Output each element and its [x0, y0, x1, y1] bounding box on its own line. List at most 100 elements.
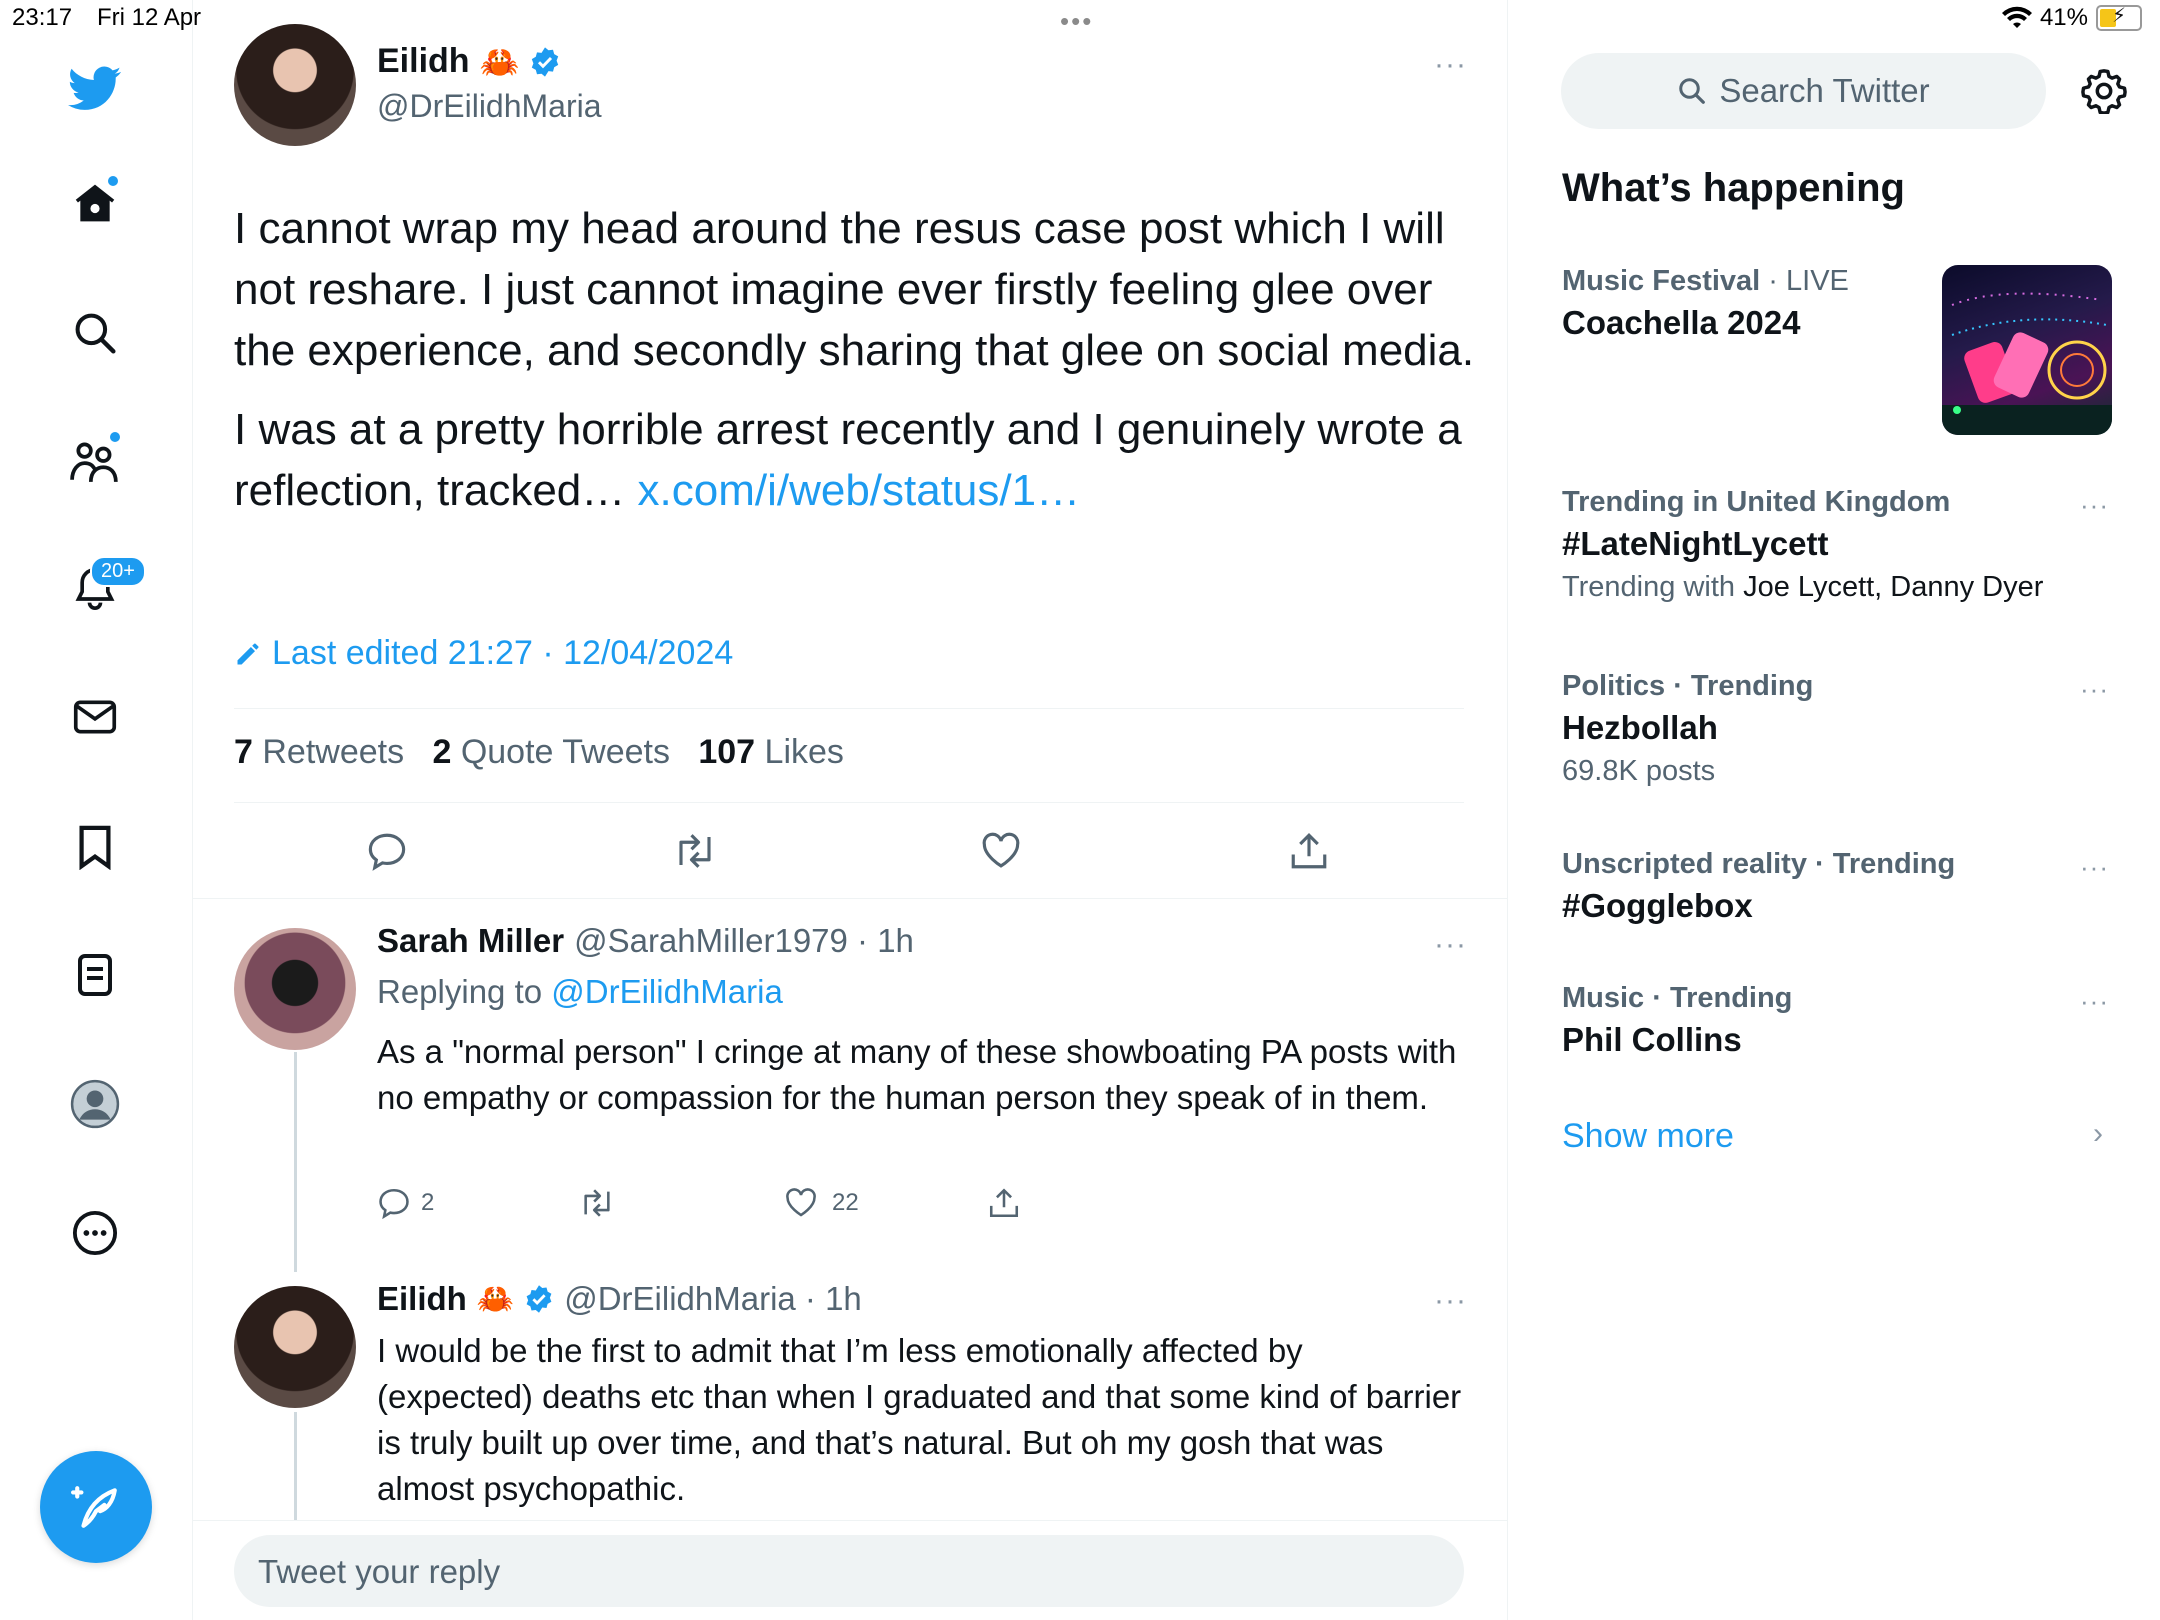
like-button[interactable]	[980, 830, 1022, 877]
trend-more-options-icon[interactable]: ···	[2080, 986, 2109, 1017]
crab-emoji: 🦀	[479, 43, 520, 80]
battery-icon: ⚡	[2096, 5, 2142, 31]
trend-more-options-icon[interactable]: ···	[2080, 852, 2109, 883]
communities-icon[interactable]	[64, 430, 126, 492]
reply-handle-time[interactable]: @SarahMiller1979 · 1h	[574, 922, 914, 960]
reply-more-options-icon[interactable]: ···	[1434, 928, 1467, 962]
reply-like-button[interactable]: 22	[784, 1186, 859, 1220]
trend-item-phil-collins[interactable]: Music · Trending Phil Collins	[1562, 982, 1792, 1059]
trend-item-hezbollah[interactable]: Politics · Trending Hezbollah 69.8K post…	[1562, 670, 1813, 788]
tweet-body: I cannot wrap my head around the resus c…	[234, 198, 1484, 539]
crab-emoji: 🦀	[476, 1282, 515, 1316]
battery-percent: 41%	[2039, 4, 2088, 31]
trend-more-options-icon[interactable]: ···	[2080, 490, 2109, 521]
reply-more-options-icon[interactable]: ···	[1434, 1284, 1467, 1318]
divider	[234, 708, 1464, 709]
trend-thumbnail-image[interactable]	[1942, 265, 2112, 435]
retweet-button[interactable]	[672, 830, 718, 877]
bookmarks-icon[interactable]	[64, 816, 126, 878]
last-edited-text: Last edited 21:27 · 12/04/2024	[272, 634, 734, 672]
wifi-icon	[2001, 6, 2032, 29]
reply-bubble-icon	[379, 1188, 409, 1220]
divider	[193, 1520, 1507, 1521]
tweet-link[interactable]: x.com/i/web/status/1…	[638, 466, 1081, 515]
tweet-more-options-icon[interactable]: ···	[1434, 48, 1467, 82]
reply-text-eilidh: I would be the first to admit that I’m l…	[377, 1332, 1462, 1507]
verified-badge-icon	[532, 46, 559, 77]
tweet-stats: 7 Retweets 2 Quote Tweets 107 Likes	[234, 733, 844, 772]
trend-name: Coachella 2024	[1562, 304, 1801, 341]
sidebar-nav: 20+	[0, 0, 193, 1620]
trend-name: Phil Collins	[1562, 1021, 1742, 1058]
retweet-icon	[584, 1189, 610, 1217]
reply-author-name[interactable]: Eilidh	[377, 1280, 467, 1318]
trend-item-gogglebox[interactable]: Unscripted reality · Trending #Gogglebox	[1562, 848, 1955, 925]
retweet-icon	[679, 834, 711, 868]
reply-author-name[interactable]: Sarah Miller	[377, 922, 564, 960]
reply-avatar-sarah[interactable]	[234, 928, 356, 1050]
author-name[interactable]: Eilidh	[377, 42, 470, 81]
tweet-paragraph-2: I was at a pretty horrible arrest recent…	[234, 399, 1484, 521]
author-name-row[interactable]: Eilidh 🦀	[377, 42, 561, 81]
heart-icon	[786, 1188, 816, 1217]
trend-post-count: 69.8K posts	[1562, 755, 1716, 787]
author-handle[interactable]: @DrEilidhMaria	[377, 88, 602, 125]
divider	[193, 898, 1507, 899]
quote-tweets-stat[interactable]: 2 Quote Tweets	[432, 733, 670, 771]
trend-name: #LateNightLycett	[1562, 525, 1829, 562]
replying-to-line: Replying to @DrEilidhMaria	[377, 973, 783, 1010]
search-icon	[1679, 78, 1706, 104]
whats-happening-heading: What’s happening	[1562, 166, 1905, 210]
settings-gear-button[interactable]	[2081, 68, 2127, 119]
retweets-stat[interactable]: 7 Retweets	[234, 733, 404, 771]
more-options-circle-icon[interactable]	[64, 1202, 126, 1264]
reply-retweet-button[interactable]	[578, 1186, 616, 1220]
trend-item-coachella[interactable]: Music Festival · LIVE Coachella 2024	[1562, 265, 1849, 342]
reply-header-eilidh: Eilidh 🦀 @DrEilidhMaria · 1h	[377, 1280, 862, 1318]
lists-icon[interactable]	[64, 944, 126, 1006]
reply-count: 2	[421, 1189, 435, 1216]
verified-badge-icon	[526, 1285, 552, 1313]
reply-button[interactable]	[366, 830, 408, 877]
trend-name: Hezbollah	[1562, 709, 1718, 746]
trend-name: #Gogglebox	[1562, 887, 1753, 924]
reply-text-sarah: As a "normal person" I cringe at many of…	[377, 1033, 1457, 1116]
edit-pencil-icon	[237, 643, 259, 664]
explore-search-icon[interactable]	[64, 302, 126, 364]
search-input[interactable]: Search Twitter	[1561, 53, 2046, 129]
reply-share-button[interactable]	[987, 1186, 1021, 1220]
notifications-badge: 20+	[90, 556, 146, 587]
likes-stat[interactable]: 107 Likes	[698, 733, 844, 771]
thread-connector-line	[294, 1052, 297, 1272]
replying-to-handle[interactable]: @DrEilidhMaria	[551, 973, 783, 1010]
divider	[234, 802, 1464, 803]
trend-more-options-icon[interactable]: ···	[2080, 674, 2109, 705]
home-icon[interactable]	[64, 172, 126, 234]
reply-bubble-icon	[368, 833, 406, 871]
like-count: 22	[832, 1189, 859, 1216]
profile-avatar-icon[interactable]	[64, 1073, 126, 1135]
reply-input-placeholder: Tweet your reply	[258, 1553, 501, 1590]
search-placeholder: Search Twitter	[1719, 72, 1930, 109]
compose-feather-icon	[71, 1486, 117, 1528]
chevron-right-icon[interactable]: ›	[2093, 1117, 2103, 1151]
status-indicators: 41% ⚡	[2001, 4, 2142, 32]
messages-envelope-icon[interactable]	[64, 686, 126, 748]
tweet-reply-input[interactable]: Tweet your reply	[234, 1535, 1464, 1607]
reply-handle-time[interactable]: @DrEilidhMaria · 1h	[564, 1280, 862, 1318]
trend-item-latenightlycett[interactable]: Trending in United Kingdom #LateNightLyc…	[1562, 486, 2082, 604]
reply-avatar-eilidh[interactable]	[234, 1286, 356, 1408]
last-edited-link[interactable]: Last edited 21:27 · 12/04/2024	[234, 634, 733, 673]
share-upload-icon	[1291, 833, 1327, 869]
author-avatar[interactable]	[234, 24, 356, 146]
compose-tweet-button[interactable]	[40, 1451, 152, 1563]
heart-icon	[982, 832, 1020, 868]
twitter-logo-icon[interactable]	[64, 58, 126, 120]
share-upload-icon	[989, 1188, 1019, 1218]
share-button[interactable]	[1288, 830, 1330, 877]
show-more-link[interactable]: Show more	[1562, 1117, 1734, 1156]
gear-icon	[2081, 69, 2127, 115]
reply-header-sarah: Sarah Miller @SarahMiller1979 · 1h	[377, 922, 914, 960]
reply-reply-button[interactable]: 2	[377, 1186, 434, 1220]
tweet-paragraph-1: I cannot wrap my head around the resus c…	[234, 204, 1475, 375]
